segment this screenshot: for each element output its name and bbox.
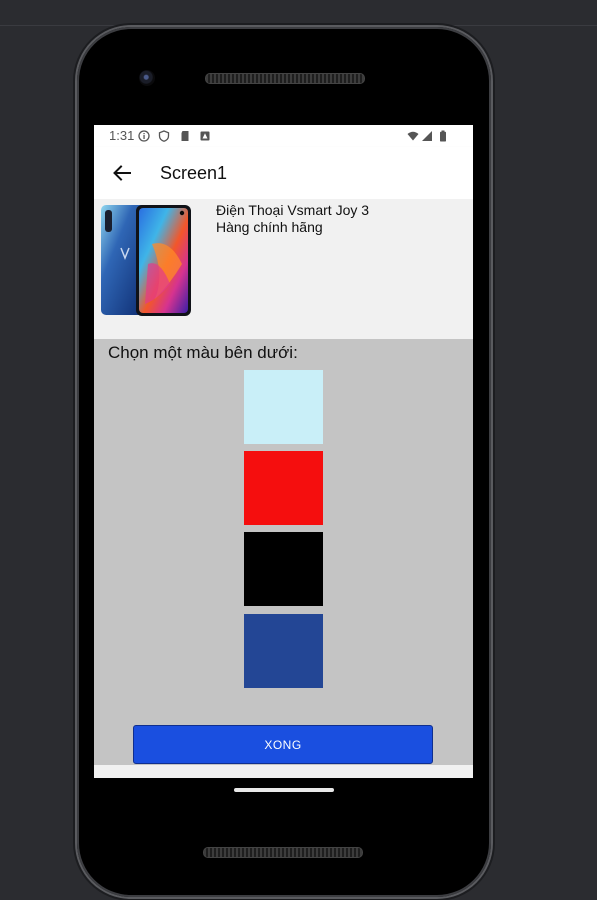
- color-swatch-navy-blue[interactable]: [244, 614, 323, 688]
- status-time: 1:31: [109, 128, 135, 143]
- product-image: [101, 205, 191, 316]
- color-swatch-black[interactable]: [244, 532, 323, 606]
- volume-button: [491, 390, 495, 502]
- product-subtitle: Hàng chính hãng: [216, 219, 323, 235]
- app-notification-icon: [200, 131, 210, 141]
- bottom-speaker: [203, 847, 363, 858]
- cell-signal-icon: [422, 131, 432, 141]
- app-bar: Screen1: [94, 147, 473, 199]
- top-speaker: [205, 73, 365, 84]
- product-name: Điện Thoại Vsmart Joy 3: [216, 202, 370, 218]
- window-divider: [0, 25, 597, 26]
- battery-icon: [440, 130, 446, 142]
- front-camera: [139, 70, 155, 86]
- color-picker-label: Chọn một màu bên dưới:: [108, 343, 298, 362]
- arrow-left-icon[interactable]: [108, 159, 136, 187]
- info-icon: [138, 130, 150, 142]
- bottom-strip: [94, 765, 473, 778]
- color-swatch-light-blue[interactable]: [244, 370, 323, 444]
- done-button[interactable]: XONG: [133, 725, 433, 764]
- color-swatch-red[interactable]: [244, 451, 323, 525]
- status-bar: 1:31: [94, 125, 473, 147]
- shield-icon: [158, 130, 170, 142]
- page-title: Screen1: [160, 163, 228, 183]
- wifi-icon: [407, 131, 419, 141]
- power-button: [491, 257, 495, 315]
- sd-card-icon: [181, 131, 189, 141]
- gesture-nav-handle[interactable]: [234, 788, 334, 792]
- product-card: Điện Thoại Vsmart Joy 3 Hàng chính hãng: [94, 199, 473, 339]
- device-screen: 1:31 Screen1 Điện Thoại Vsmart Joy 3 Hàn…: [94, 125, 473, 778]
